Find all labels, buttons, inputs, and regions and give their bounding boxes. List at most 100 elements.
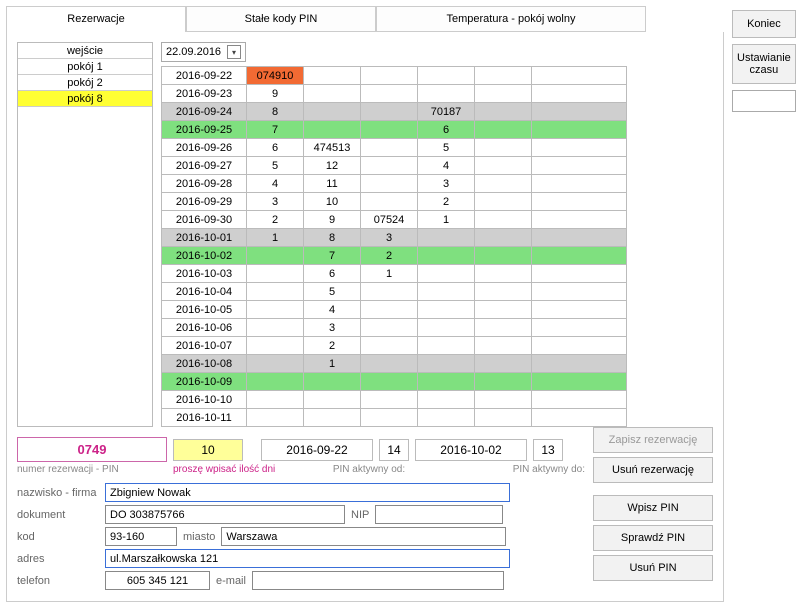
kod-field[interactable] — [105, 527, 177, 546]
table-cell[interactable] — [418, 409, 475, 427]
table-cell[interactable]: 70187 — [418, 103, 475, 121]
table-cell[interactable]: 2016-10-02 — [162, 247, 247, 265]
write-pin-button[interactable]: Wpisz PIN — [593, 495, 713, 521]
table-cell[interactable]: 2016-09-30 — [162, 211, 247, 229]
table-cell[interactable]: 5 — [247, 157, 304, 175]
table-cell[interactable]: 11 — [304, 175, 361, 193]
table-cell[interactable]: 2016-10-07 — [162, 337, 247, 355]
table-cell[interactable] — [475, 193, 532, 211]
table-row[interactable]: 2016-10-10 — [162, 391, 627, 409]
table-cell[interactable] — [247, 265, 304, 283]
table-cell[interactable]: 1 — [418, 211, 475, 229]
table-cell[interactable] — [532, 265, 627, 283]
room-item[interactable]: wejście — [18, 43, 152, 59]
days-input[interactable]: 10 — [173, 439, 243, 461]
table-cell[interactable] — [532, 283, 627, 301]
tab-reservations[interactable]: Rezerwacje — [6, 6, 186, 32]
table-cell[interactable] — [361, 283, 418, 301]
table-cell[interactable] — [532, 85, 627, 103]
table-cell[interactable]: 4 — [304, 301, 361, 319]
table-cell[interactable] — [247, 283, 304, 301]
table-cell[interactable] — [304, 121, 361, 139]
table-cell[interactable] — [475, 283, 532, 301]
table-cell[interactable] — [247, 319, 304, 337]
table-cell[interactable]: 6 — [247, 139, 304, 157]
table-row[interactable]: 2016-09-284113 — [162, 175, 627, 193]
table-cell[interactable] — [247, 355, 304, 373]
table-cell[interactable]: 9 — [304, 211, 361, 229]
table-cell[interactable] — [361, 193, 418, 211]
table-cell[interactable] — [418, 229, 475, 247]
table-cell[interactable] — [475, 103, 532, 121]
table-cell[interactable] — [475, 85, 532, 103]
table-cell[interactable] — [361, 355, 418, 373]
table-cell[interactable] — [475, 121, 532, 139]
table-cell[interactable]: 9 — [247, 85, 304, 103]
table-row[interactable]: 2016-10-11 — [162, 409, 627, 427]
table-cell[interactable]: 5 — [304, 283, 361, 301]
table-cell[interactable]: 3 — [247, 193, 304, 211]
table-cell[interactable] — [532, 175, 627, 193]
table-row[interactable]: 2016-10-081 — [162, 355, 627, 373]
table-cell[interactable]: 6 — [418, 121, 475, 139]
room-list[interactable]: wejściepokój 1pokój 2pokój 8 — [17, 42, 153, 427]
delete-reservation-button[interactable]: Usuń rezerwację — [593, 457, 713, 483]
table-cell[interactable]: 8 — [304, 229, 361, 247]
table-cell[interactable] — [532, 157, 627, 175]
table-cell[interactable]: 2016-09-29 — [162, 193, 247, 211]
table-cell[interactable] — [361, 373, 418, 391]
table-cell[interactable] — [418, 247, 475, 265]
table-cell[interactable]: 2016-09-23 — [162, 85, 247, 103]
table-cell[interactable]: 3 — [304, 319, 361, 337]
table-cell[interactable]: 4 — [418, 157, 475, 175]
table-row[interactable]: 2016-10-063 — [162, 319, 627, 337]
table-cell[interactable]: 8 — [247, 103, 304, 121]
table-cell[interactable] — [475, 337, 532, 355]
table-cell[interactable] — [361, 139, 418, 157]
table-cell[interactable] — [361, 391, 418, 409]
table-row[interactable]: 2016-09-293102 — [162, 193, 627, 211]
table-cell[interactable] — [475, 373, 532, 391]
room-item[interactable]: pokój 2 — [18, 75, 152, 91]
calendar-icon[interactable]: ▾ — [227, 45, 241, 59]
table-row[interactable]: 2016-10-0361 — [162, 265, 627, 283]
table-cell[interactable] — [475, 175, 532, 193]
table-cell[interactable] — [532, 229, 627, 247]
table-row[interactable]: 2016-10-072 — [162, 337, 627, 355]
nip-field[interactable] — [375, 505, 503, 524]
room-item[interactable]: pokój 8 — [18, 91, 152, 107]
table-cell[interactable]: 3 — [361, 229, 418, 247]
table-cell[interactable]: 2 — [361, 247, 418, 265]
table-cell[interactable] — [532, 373, 627, 391]
table-cell[interactable] — [247, 391, 304, 409]
table-cell[interactable] — [304, 373, 361, 391]
table-cell[interactable]: 2 — [247, 211, 304, 229]
table-cell[interactable] — [475, 391, 532, 409]
table-cell[interactable] — [247, 247, 304, 265]
table-cell[interactable] — [418, 85, 475, 103]
table-cell[interactable]: 2016-10-08 — [162, 355, 247, 373]
table-cell[interactable] — [247, 337, 304, 355]
table-cell[interactable]: 2016-10-05 — [162, 301, 247, 319]
table-cell[interactable] — [532, 319, 627, 337]
table-cell[interactable] — [361, 301, 418, 319]
table-row[interactable]: 2016-10-0272 — [162, 247, 627, 265]
table-cell[interactable]: 2016-10-09 — [162, 373, 247, 391]
table-cell[interactable]: 2016-09-22 — [162, 67, 247, 85]
table-cell[interactable]: 474513 — [304, 139, 361, 157]
table-cell[interactable]: 2016-10-03 — [162, 265, 247, 283]
table-cell[interactable] — [532, 103, 627, 121]
table-cell[interactable] — [247, 373, 304, 391]
table-cell[interactable] — [418, 373, 475, 391]
table-cell[interactable]: 2016-10-10 — [162, 391, 247, 409]
telefon-field[interactable] — [105, 571, 210, 590]
table-cell[interactable] — [361, 175, 418, 193]
table-cell[interactable] — [475, 229, 532, 247]
table-cell[interactable] — [532, 355, 627, 373]
table-cell[interactable] — [475, 355, 532, 373]
tab-temperature[interactable]: Temperatura - pokój wolny — [376, 6, 646, 32]
table-cell[interactable] — [304, 409, 361, 427]
table-cell[interactable] — [532, 67, 627, 85]
name-field[interactable] — [105, 483, 510, 502]
table-cell[interactable]: 7 — [247, 121, 304, 139]
